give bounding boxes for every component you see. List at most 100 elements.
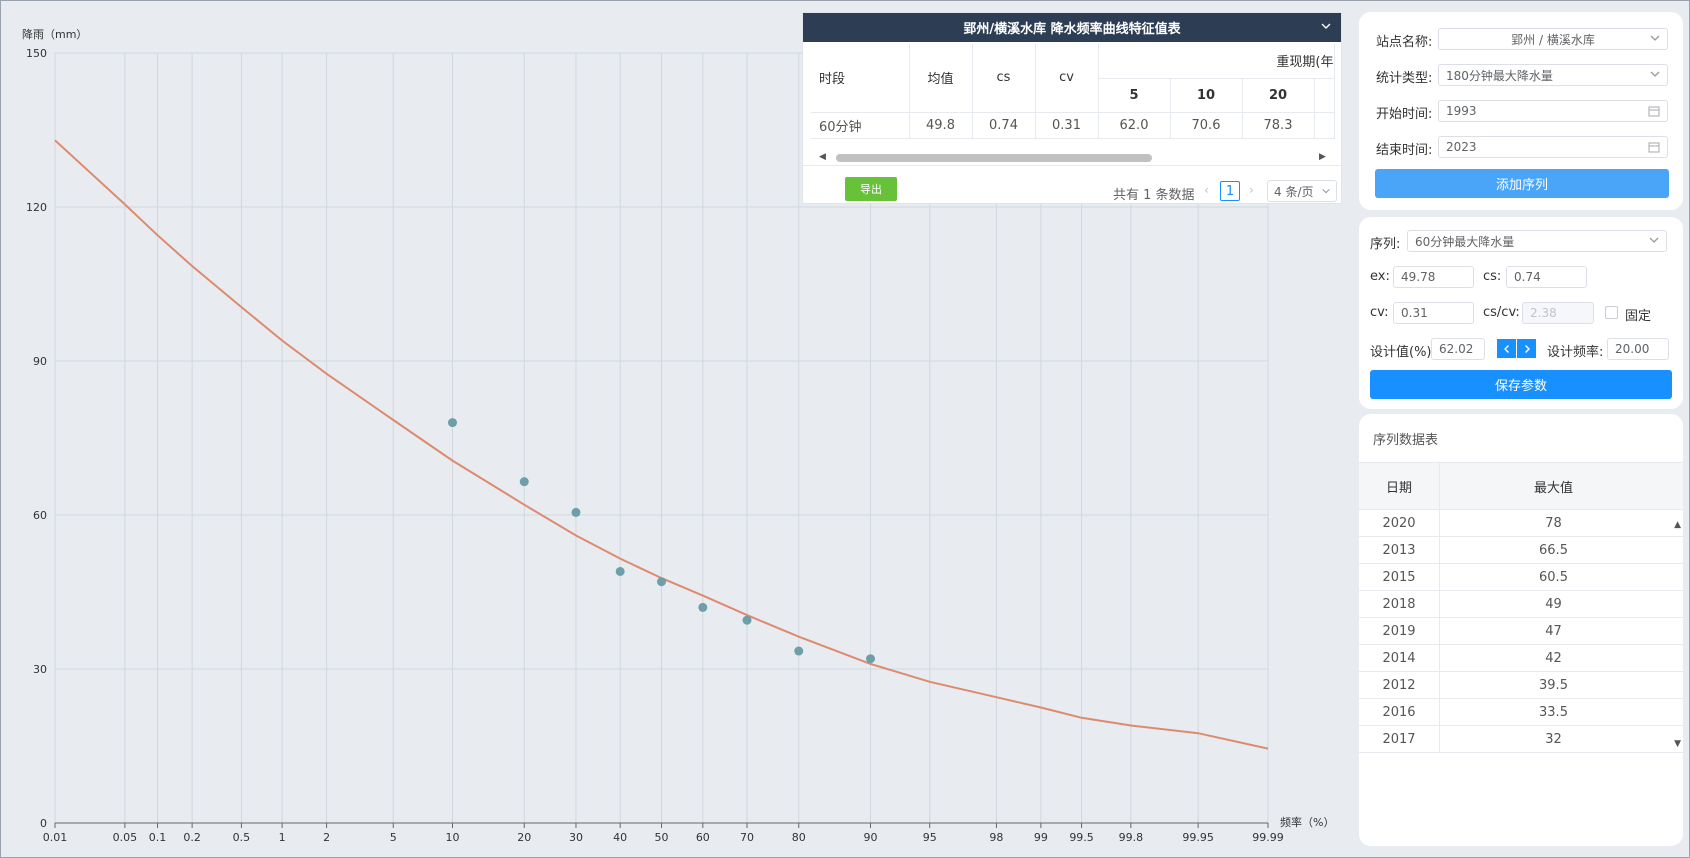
design-value-label: 设计值(%): [1370, 345, 1436, 360]
cell-date: 2018 [1359, 591, 1440, 617]
scroll-thumb[interactable] [836, 154, 1152, 162]
cs-input[interactable]: 0.74 [1506, 266, 1587, 288]
series-label: 序列: [1370, 237, 1401, 252]
col-mean: 均值 [909, 44, 973, 113]
page-number[interactable]: 1 [1220, 181, 1240, 201]
data-point [615, 566, 625, 576]
cell-date: 2015 [1359, 564, 1440, 590]
scroll-right-icon[interactable]: ▶ [1319, 152, 1326, 162]
cell-max: 33.5 [1539, 704, 1568, 720]
cv-input[interactable]: 0.31 [1393, 302, 1474, 324]
type-label: 统计类型: [1376, 71, 1433, 86]
table-row: 2013 66.5 [1359, 537, 1683, 564]
y-tick-label: 30 [33, 663, 47, 676]
data-point [742, 615, 752, 625]
start-label: 开始时间: [1376, 107, 1433, 122]
next-page-icon[interactable]: › [1249, 183, 1254, 197]
col-max: 最大值 [1533, 480, 1573, 496]
increase-icon[interactable] [1517, 339, 1536, 358]
cscv-input: 2.38 [1522, 302, 1594, 324]
design-value-input[interactable]: 62.02 [1431, 338, 1485, 360]
export-button[interactable]: 导出 [845, 177, 897, 201]
page-size-select[interactable]: 4 条/页 [1267, 180, 1337, 202]
save-params-button[interactable]: 保存参数 [1370, 370, 1672, 399]
cv-label: cv: [1370, 305, 1389, 320]
x-tick-label: 0.01 [43, 831, 68, 844]
x-axis-label: 频率（%） [1280, 815, 1334, 829]
data-point [794, 646, 804, 656]
station-value: 郢州 / 横溪水库 [1511, 32, 1595, 47]
col-cs: cs [972, 44, 1036, 113]
scroll-up-icon[interactable]: ▲ [1674, 520, 1681, 530]
cell-max: 32 [1545, 731, 1562, 747]
x-tick-label: 0.5 [233, 831, 251, 844]
collapse-icon[interactable] [1319, 19, 1333, 33]
scroll-down-icon[interactable]: ▼ [1674, 739, 1681, 749]
data-point [519, 477, 529, 487]
cell-max: 42 [1545, 650, 1562, 666]
data-point [571, 507, 581, 517]
data-point [698, 602, 708, 612]
ex-label: ex: [1370, 269, 1390, 284]
y-tick-label: 150 [26, 47, 47, 60]
sequence-rows: 2020 78 2013 66.5 2015 60.5 2018 49 2019 47 2014 42… [1359, 510, 1683, 753]
stats-title-bar: 郢州/横溪水库 降水频率曲线特征值表 [803, 13, 1341, 42]
ex-input[interactable]: 49.78 [1393, 266, 1474, 288]
page-size-value: 4 条/页 [1274, 184, 1314, 199]
x-tick-label: 1 [279, 831, 286, 844]
fixed-label: 固定 [1625, 309, 1652, 324]
table-row: 2018 49 [1359, 591, 1683, 618]
end-date-input[interactable]: 2023 [1438, 136, 1668, 158]
end-label: 结束时间: [1376, 143, 1433, 158]
type-select[interactable]: 180分钟最大降水量 [1438, 64, 1668, 86]
cell-cv: 0.31 [1035, 112, 1099, 139]
design-freq-label: 设计频率: [1547, 345, 1604, 360]
col-return-group: 重现期(年 [1098, 44, 1335, 79]
x-tick-label: 70 [740, 831, 754, 844]
cell-return-10: 70.6 [1170, 112, 1243, 139]
stats-panel: 郢州/横溪水库 降水频率曲线特征值表 时段 均值 cs cv 重现期(年 5 1… [802, 12, 1343, 204]
x-tick-label: 20 [517, 831, 531, 844]
cell-max: 49 [1545, 596, 1562, 612]
chevron-down-icon [1322, 188, 1330, 194]
sequence-card: 序列数据表 日期 最大值 2020 78 2013 66.5 2015 60.5 2018 4… [1359, 414, 1683, 846]
x-tick-label: 30 [569, 831, 583, 844]
col-return-more [1314, 78, 1335, 113]
series-select[interactable]: 60分钟最大降水量 [1407, 230, 1667, 252]
design-freq: 20.00 [1615, 342, 1650, 356]
x-tick-label: 5 [390, 831, 397, 844]
cell-mean: 49.8 [909, 112, 973, 139]
sequence-table-title: 序列数据表 [1373, 433, 1439, 448]
cell-period: 60分钟 [811, 112, 910, 139]
x-tick-label: 0.2 [183, 831, 201, 844]
col-return-20: 20 [1242, 78, 1315, 113]
horizontal-scrollbar[interactable]: ◀ ▶ [811, 151, 1331, 163]
x-tick-label: 99.5 [1069, 831, 1094, 844]
decrease-icon[interactable] [1497, 339, 1516, 358]
col-date: 日期 [1359, 463, 1440, 509]
x-tick-label: 40 [613, 831, 627, 844]
add-series-button[interactable]: 添加序列 [1375, 169, 1669, 198]
sequence-table: 日期 最大值 2020 78 2013 66.5 2015 60.5 2018 49 2019 4… [1359, 462, 1683, 753]
prev-page-icon[interactable]: ‹ [1204, 183, 1209, 197]
design-freq-input[interactable]: 20.00 [1607, 338, 1669, 360]
station-select[interactable]: 郢州 / 横溪水库 [1438, 28, 1668, 50]
start-date-input[interactable]: 1993 [1438, 100, 1668, 122]
cell-cs: 0.74 [972, 112, 1036, 139]
cscv-label: cs/cv: [1483, 305, 1520, 320]
col-period: 时段 [811, 44, 910, 113]
x-tick-label: 50 [655, 831, 669, 844]
fixed-checkbox[interactable] [1605, 306, 1618, 319]
x-tick-label: 60 [696, 831, 710, 844]
table-row: 2020 78 [1359, 510, 1683, 537]
scroll-left-icon[interactable]: ◀ [819, 152, 826, 162]
y-axis-label: 降雨（mm） [22, 27, 87, 41]
cell-date: 2012 [1359, 672, 1440, 698]
stats-table: 时段 均值 cs cv 重现期(年 5 10 20 60分钟 49.8 0.74… [811, 44, 1335, 139]
chevron-down-icon [1650, 35, 1660, 41]
x-tick-label: 10 [446, 831, 460, 844]
params-card: 序列: 60分钟最大降水量 ex: 49.78 cs: 0.74 cv: 0.3… [1359, 217, 1683, 409]
cell-max: 60.5 [1539, 569, 1568, 585]
x-tick-label: 99.95 [1182, 831, 1214, 844]
x-tick-label: 99.8 [1119, 831, 1144, 844]
